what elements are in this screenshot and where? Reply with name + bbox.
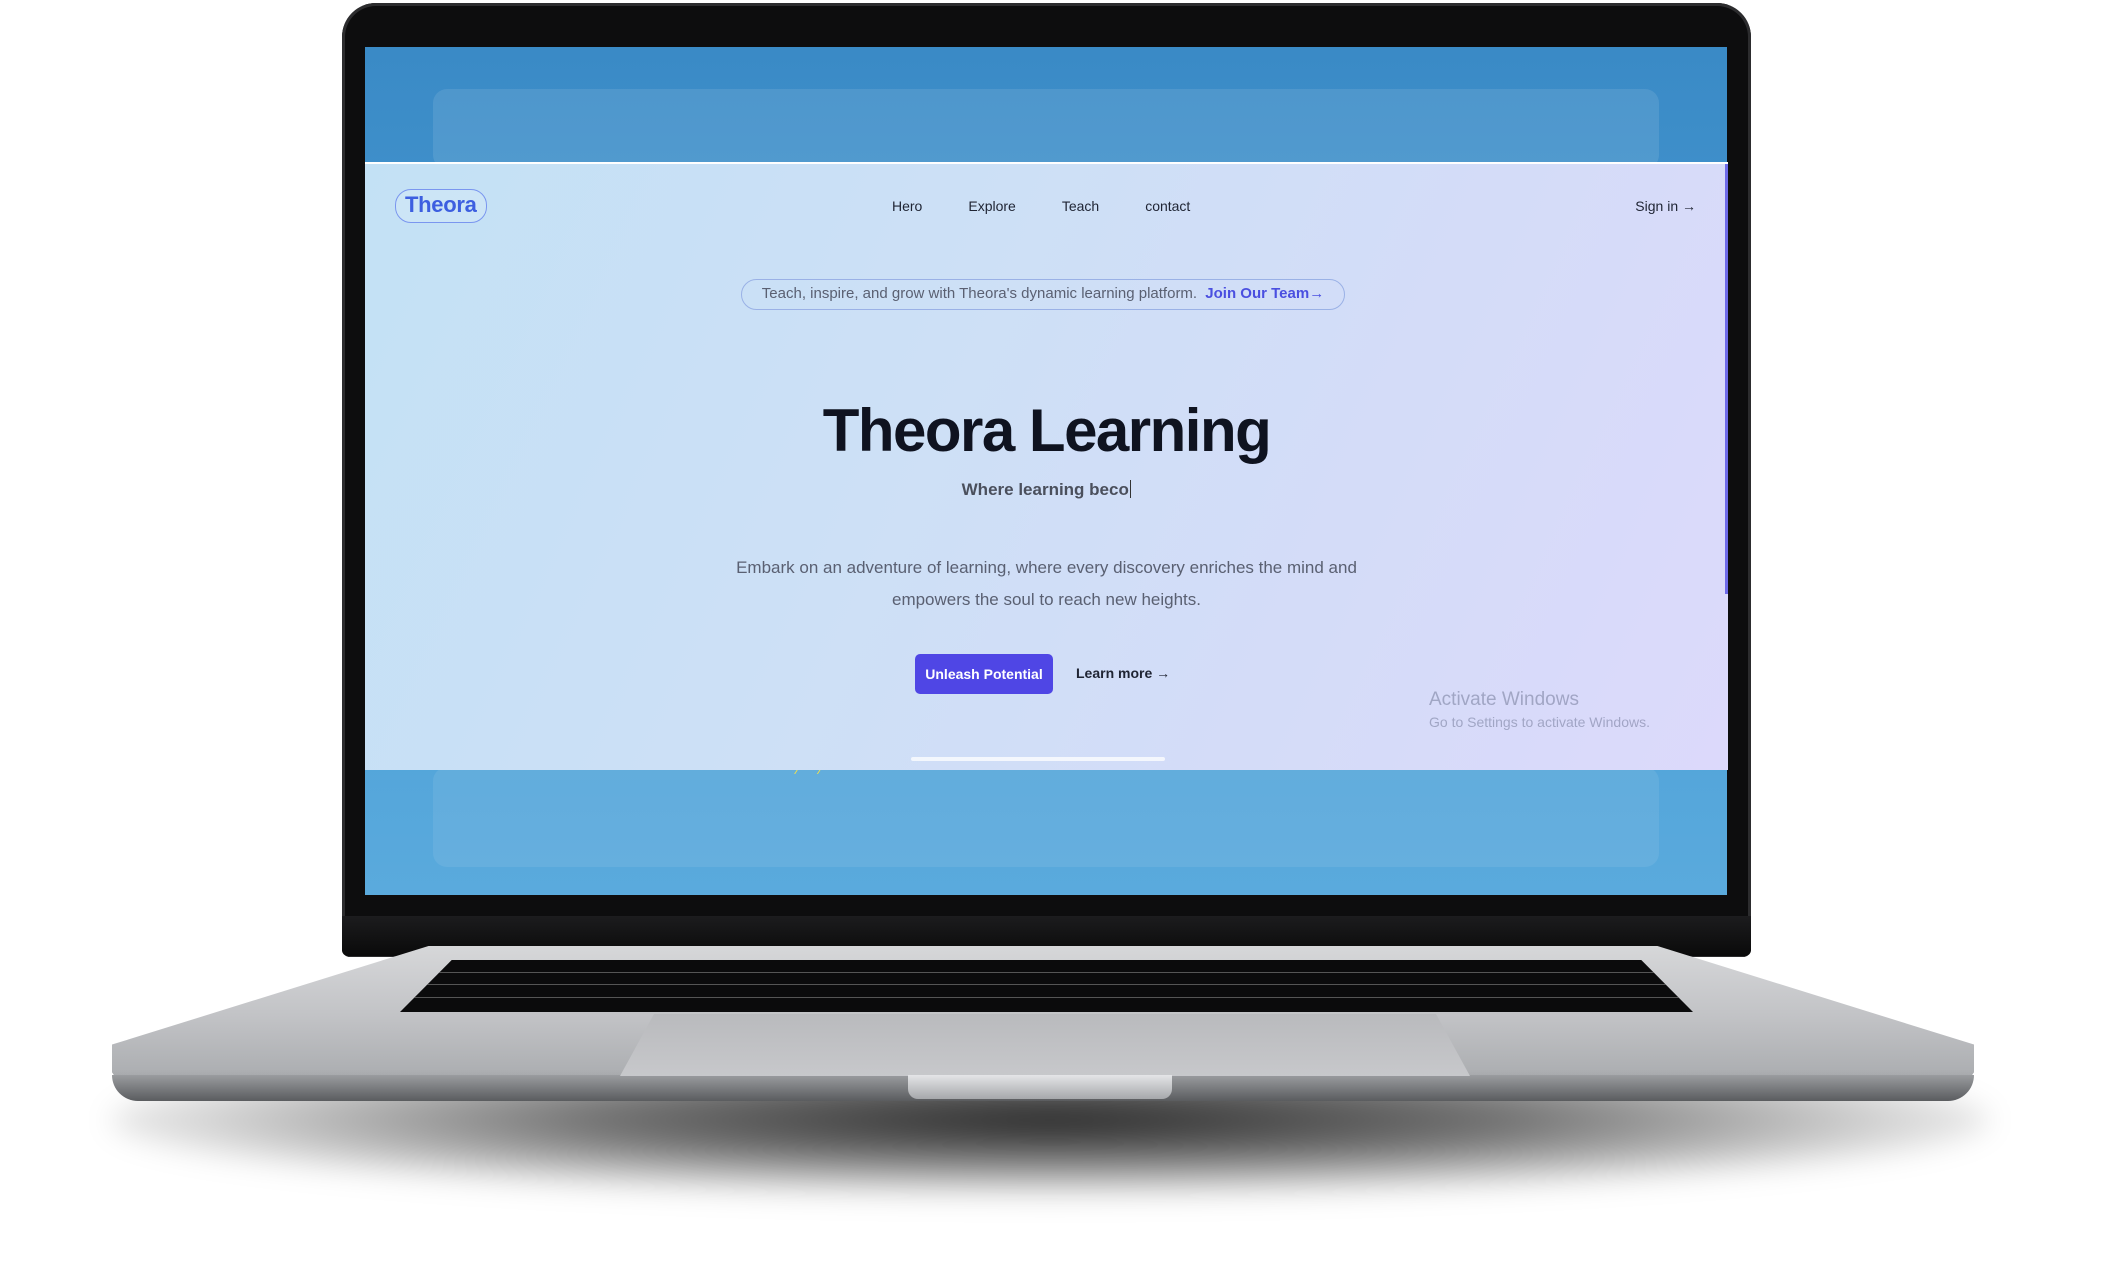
watermark-title: Activate Windows	[1429, 689, 1579, 710]
screen-ghost-panel-top	[433, 89, 1659, 169]
nav-item-hero[interactable]: Hero	[892, 198, 922, 214]
hero-subtitle: Where learning beco	[365, 480, 1728, 500]
logo[interactable]: Theora	[395, 189, 487, 223]
keyboard	[400, 960, 1693, 1012]
keyboard-row	[400, 972, 1693, 974]
hero-description-line: empowers the soul to reach new heights.	[891, 590, 1201, 609]
screen-ghost-panel-bottom	[433, 767, 1659, 867]
laptop-opening-notch	[908, 1075, 1172, 1099]
keyboard-row	[400, 984, 1693, 986]
announcement-pill: Teach, inspire, and grow with Theora's d…	[741, 279, 1345, 310]
text-caret	[1129, 480, 1132, 498]
trackpad	[620, 1014, 1470, 1076]
hero-description-line: Embark on an adventure of learning, wher…	[736, 558, 1357, 577]
hero-title: Theora Learning	[822, 397, 1272, 464]
announcement-text: Teach, inspire, and grow with Theora's d…	[761, 285, 1198, 302]
typewriter-text: Where learning beco	[961, 480, 1129, 499]
website-viewport: Theora Hero Explore Teach contact Sign i…	[365, 164, 1728, 770]
hero-description: Embark on an adventure of learning, wher…	[705, 552, 1388, 616]
scrollbar[interactable]	[1725, 164, 1728, 594]
sign-in-link[interactable]: Sign in →	[1635, 198, 1696, 214]
nav-item-teach[interactable]: Teach	[1062, 198, 1099, 214]
main-nav: Hero Explore Teach contact	[892, 198, 1236, 214]
keyboard-row	[400, 997, 1693, 999]
join-team-link[interactable]: Join Our Team→	[1205, 285, 1324, 302]
unleash-potential-button[interactable]: Unleash Potential	[915, 654, 1053, 694]
nav-item-explore[interactable]: Explore	[968, 198, 1015, 214]
activate-windows-watermark: Activate Windows Go to Settings to activ…	[1429, 689, 1650, 730]
nav-item-contact[interactable]: contact	[1145, 198, 1190, 214]
scroll-indicator	[911, 757, 1165, 761]
watermark-subtitle: Go to Settings to activate Windows.	[1429, 714, 1650, 730]
learn-more-link[interactable]: Learn more →	[1076, 665, 1170, 681]
